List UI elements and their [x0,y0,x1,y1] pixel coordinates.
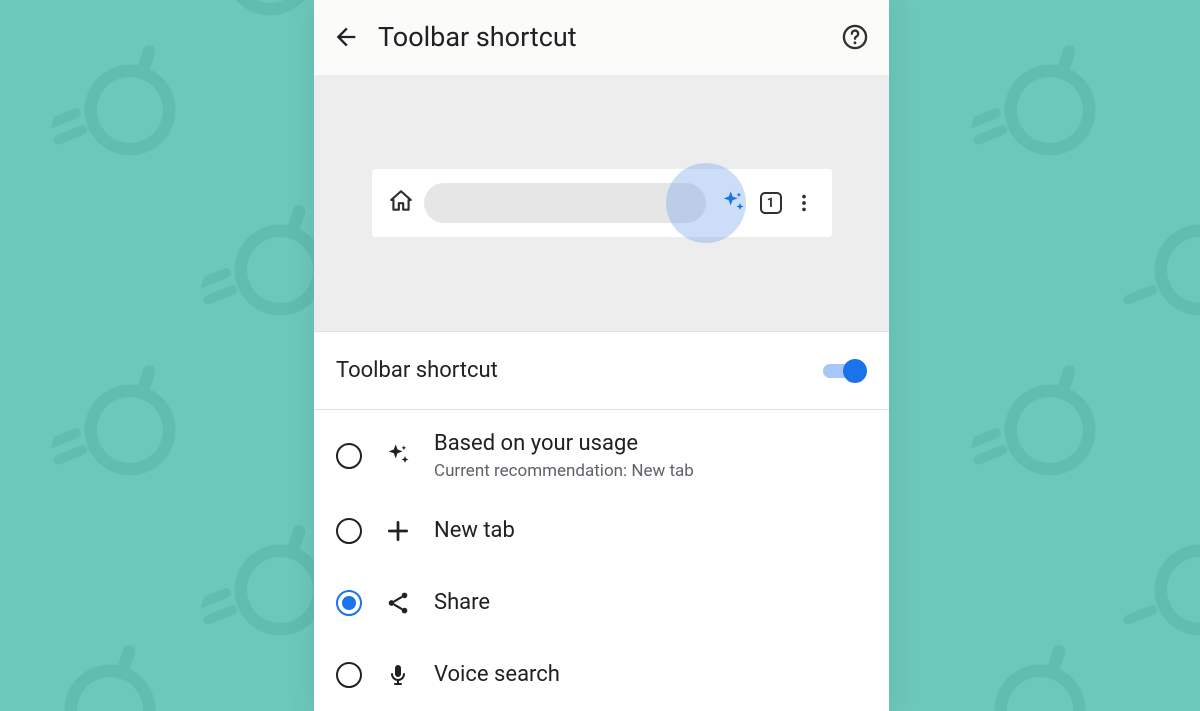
sparkles-icon [382,442,414,470]
header: Toolbar shortcut [314,0,889,75]
plus-icon [382,518,414,544]
tab-count-badge: 1 [760,192,782,214]
option-newtab[interactable]: New tab [314,495,889,567]
option-title: Voice search [434,661,560,690]
back-button[interactable] [332,23,360,51]
arrow-back-icon [332,23,360,51]
toolbar-shortcut-switch[interactable] [823,359,867,383]
option-based[interactable]: Based on your usageCurrent recommendatio… [314,416,889,495]
overflow-menu-icon [792,192,816,214]
omnibox-placeholder [424,183,706,223]
home-icon [388,188,414,218]
option-title: Share [434,589,490,618]
page-title: Toolbar shortcut [378,21,823,53]
shortcut-options-list: Based on your usageCurrent recommendatio… [314,410,889,711]
toolbar-preview-area: 1 [314,75,889,332]
radio-newtab[interactable] [336,518,362,544]
help-icon [841,23,869,51]
radio-share[interactable] [336,590,362,616]
option-share[interactable]: Share [314,567,889,639]
share-icon [382,590,414,616]
option-title: New tab [434,517,515,546]
toolbar-shortcut-toggle-row[interactable]: Toolbar shortcut [314,332,889,410]
toolbar-preview: 1 [372,169,832,237]
radio-based[interactable] [336,443,362,469]
mic-icon [382,662,414,688]
settings-screen: Toolbar shortcut 1 [314,0,889,711]
toggle-label: Toolbar shortcut [336,358,823,383]
option-subtitle: Current recommendation: New tab [434,461,694,481]
option-title: Based on your usage [434,430,694,459]
sparkles-icon [716,189,750,217]
radio-voice[interactable] [336,662,362,688]
help-button[interactable] [841,23,869,51]
option-voice[interactable]: Voice search [314,639,889,711]
settings-section: Toolbar shortcut Based on your usageCurr… [314,332,889,711]
